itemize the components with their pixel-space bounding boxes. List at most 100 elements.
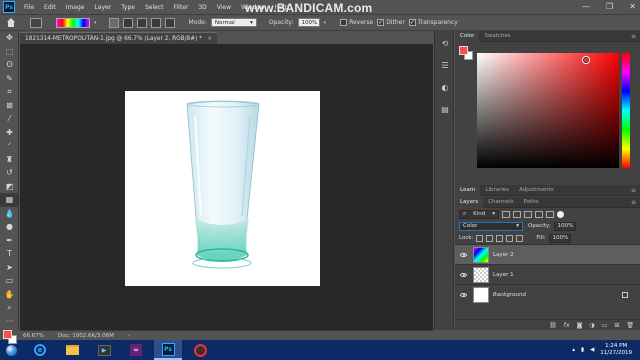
marquee-tool-icon[interactable]: ⬚ bbox=[0, 45, 19, 59]
menu-file[interactable]: File bbox=[19, 4, 39, 11]
adjustment-filter-icon[interactable] bbox=[513, 210, 521, 218]
color-chips[interactable] bbox=[459, 46, 475, 62]
fill-field[interactable]: 100% bbox=[548, 233, 571, 243]
history-brush-tool-icon[interactable]: ↺ bbox=[0, 166, 19, 180]
layer-kind-select[interactable]: ⌕ Kind ▾ bbox=[459, 209, 499, 219]
filter-toggle[interactable] bbox=[557, 210, 564, 218]
transparency-option[interactable]: ✓ Transparency bbox=[408, 19, 458, 26]
menu-3d[interactable]: 3D bbox=[193, 4, 211, 11]
chevron-right-icon[interactable]: › bbox=[128, 333, 130, 339]
type-tool-icon[interactable]: T bbox=[0, 247, 19, 261]
foreground-color[interactable] bbox=[3, 330, 12, 339]
brush-tool-icon[interactable]: ᐟ bbox=[0, 139, 19, 153]
reverse-checkbox[interactable] bbox=[340, 19, 348, 26]
trash-icon[interactable]: 🗑 bbox=[626, 322, 634, 329]
zoom-level[interactable]: 66.67% bbox=[23, 333, 44, 339]
panel-menu-icon[interactable]: ≡ bbox=[631, 33, 636, 40]
foreground-color-chip[interactable] bbox=[459, 46, 468, 55]
linear-gradient-button[interactable] bbox=[108, 17, 119, 28]
document-canvas[interactable] bbox=[125, 91, 320, 286]
restore-icon[interactable]: ❐ bbox=[606, 2, 613, 11]
eye-icon[interactable] bbox=[455, 252, 471, 257]
move-tool-icon[interactable]: ✥ bbox=[0, 31, 19, 45]
menu-image[interactable]: Image bbox=[61, 4, 90, 11]
lock-artboard-icon[interactable] bbox=[506, 234, 514, 242]
more-tools-icon[interactable]: ··· bbox=[0, 315, 19, 329]
layer-row[interactable]: Layer 2 bbox=[455, 244, 640, 264]
color-field[interactable] bbox=[477, 53, 619, 168]
blend-mode-select[interactable]: Color ▾ bbox=[459, 221, 523, 231]
menu-view[interactable]: View bbox=[212, 4, 236, 11]
zoom-tool-icon[interactable]: ⌕ bbox=[0, 301, 19, 315]
mode-select[interactable]: Normal ▾ bbox=[210, 18, 257, 27]
new-layer-icon[interactable]: ⊞ bbox=[614, 322, 619, 329]
tab-channels[interactable]: Channels bbox=[483, 197, 518, 208]
hand-tool-icon[interactable]: ✋ bbox=[0, 288, 19, 302]
eraser-tool-icon[interactable]: ◩ bbox=[0, 180, 19, 194]
panel-menu-icon[interactable]: ≡ bbox=[631, 199, 636, 206]
quick-select-tool-icon[interactable]: ✎ bbox=[0, 72, 19, 86]
network-icon[interactable]: ▮ bbox=[581, 347, 584, 353]
opacity-field[interactable]: 100% bbox=[297, 18, 320, 27]
eye-icon[interactable] bbox=[455, 292, 471, 297]
tab-layers[interactable]: Layers bbox=[455, 196, 484, 208]
close-icon[interactable]: × bbox=[207, 35, 212, 42]
menu-edit[interactable]: Edit bbox=[39, 4, 61, 11]
fx-icon[interactable]: fx bbox=[564, 322, 570, 329]
layer-row[interactable]: Layer 1 bbox=[455, 264, 640, 284]
lasso-tool-icon[interactable]: ʘ bbox=[0, 58, 19, 72]
lock-image-icon[interactable] bbox=[486, 234, 494, 242]
layer-name[interactable]: Layer 2 bbox=[493, 252, 514, 258]
path-selection-tool-icon[interactable]: ➤ bbox=[0, 261, 19, 275]
layer-name[interactable]: Background bbox=[493, 292, 526, 298]
panel-menu-icon[interactable]: ≡ bbox=[631, 187, 636, 194]
taskbar-photoshop[interactable]: Ps bbox=[154, 340, 182, 360]
chevron-down-icon[interactable]: ▾ bbox=[94, 20, 97, 26]
close-icon[interactable]: ✕ bbox=[629, 2, 636, 11]
properties-icon[interactable]: ☰ bbox=[435, 55, 455, 75]
rectangle-tool-icon[interactable]: ▭ bbox=[0, 274, 19, 288]
eye-icon[interactable] bbox=[455, 272, 471, 277]
minimize-icon[interactable]: — bbox=[582, 2, 590, 11]
dither-option[interactable]: ✓ Dither bbox=[377, 19, 405, 26]
mask-icon[interactable]: ◙ bbox=[577, 322, 583, 329]
tab-paths[interactable]: Paths bbox=[519, 197, 544, 208]
menu-layer[interactable]: Layer bbox=[89, 4, 116, 11]
gradient-tool-icon[interactable]: ▦ bbox=[0, 193, 19, 207]
blur-tool-icon[interactable]: 💧 bbox=[0, 207, 19, 221]
libraries-icon[interactable]: ▤ bbox=[435, 99, 455, 119]
dodge-tool-icon[interactable]: ● bbox=[0, 220, 19, 234]
taskbar-file-explorer[interactable] bbox=[58, 340, 86, 360]
tab-adjustments[interactable]: Adjustments bbox=[514, 185, 558, 196]
lock-all-icon[interactable] bbox=[516, 234, 524, 242]
tab-learn[interactable]: Learn bbox=[455, 184, 481, 196]
taskbar-bandicam[interactable] bbox=[186, 340, 214, 360]
link-icon[interactable]: ⛓ bbox=[549, 322, 557, 329]
smart-object-filter-icon[interactable] bbox=[546, 210, 554, 218]
shape-filter-icon[interactable] bbox=[535, 210, 543, 218]
healing-brush-tool-icon[interactable]: ✚ bbox=[0, 126, 19, 140]
tab-libraries[interactable]: Libraries bbox=[480, 185, 514, 196]
pen-tool-icon[interactable]: ✒ bbox=[0, 234, 19, 248]
adjustment-icon[interactable]: ◑ bbox=[589, 322, 594, 329]
dither-checkbox[interactable]: ✓ bbox=[377, 19, 385, 26]
diamond-gradient-button[interactable] bbox=[164, 17, 175, 28]
color-picker-ring[interactable] bbox=[583, 57, 589, 63]
layer-opacity-field[interactable]: 100% bbox=[553, 221, 576, 231]
tab-color[interactable]: Color bbox=[455, 30, 480, 42]
tray-up-arrow-icon[interactable]: ▴ bbox=[572, 347, 575, 353]
folder-icon[interactable]: ▭ bbox=[602, 322, 608, 329]
lock-transparent-icon[interactable] bbox=[476, 234, 484, 242]
menu-filter[interactable]: Filter bbox=[169, 4, 194, 11]
angle-gradient-button[interactable] bbox=[136, 17, 147, 28]
layer-name[interactable]: Layer 1 bbox=[493, 272, 514, 278]
crop-tool-icon[interactable]: ⌗ bbox=[0, 85, 19, 99]
taskbar-visual-studio[interactable]: ∞ bbox=[122, 340, 150, 360]
chevron-down-icon[interactable]: ▾ bbox=[324, 20, 327, 26]
hue-slider[interactable] bbox=[622, 53, 630, 168]
tool-preset-picker[interactable] bbox=[30, 17, 42, 28]
frame-tool-icon[interactable]: ⊠ bbox=[0, 99, 19, 113]
transparency-checkbox[interactable]: ✓ bbox=[408, 19, 416, 26]
reflected-gradient-button[interactable] bbox=[150, 17, 161, 28]
taskbar-media-player[interactable]: ▶ bbox=[90, 340, 118, 360]
